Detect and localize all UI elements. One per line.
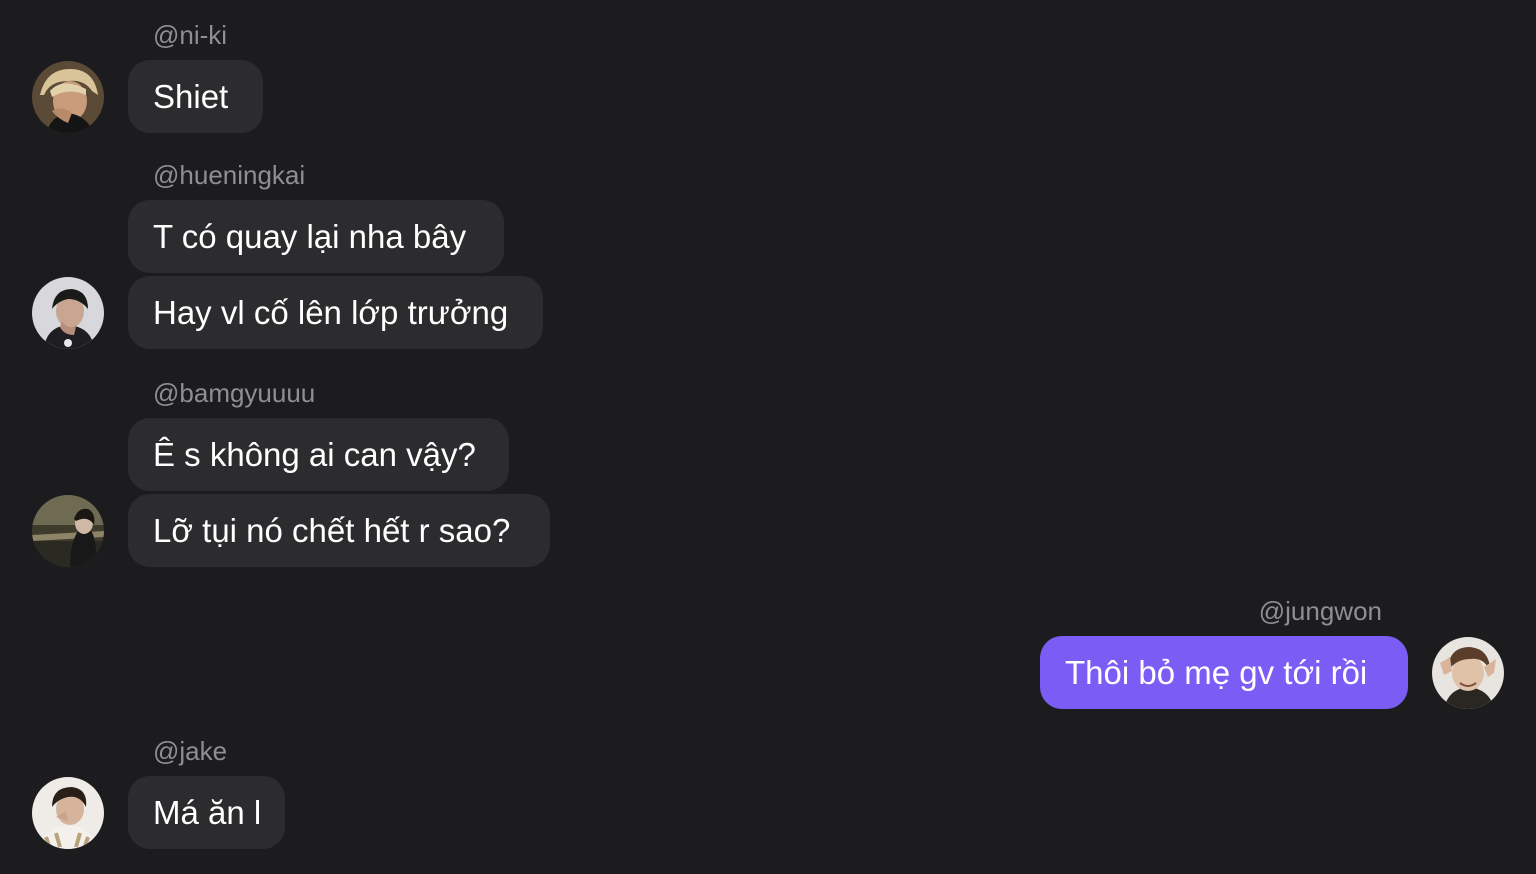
sender-username[interactable]: @bamgyuuuu (153, 378, 315, 408)
user-avatar-icon[interactable] (1432, 637, 1504, 709)
message-bubble[interactable]: Ê s không ai can vậy? (128, 418, 509, 491)
sender-username[interactable]: @hueningkai (153, 160, 305, 190)
sender-username[interactable]: @ni-ki (153, 20, 227, 50)
message-bubble[interactable]: Lỡ tụi nó chết hết r sao? (128, 494, 550, 567)
message-bubble[interactable]: Má ăn l (128, 776, 285, 849)
user-avatar-icon[interactable] (32, 277, 104, 349)
message-bubble[interactable]: Hay vl cố lên lớp trưởng (128, 276, 543, 349)
user-avatar-icon[interactable] (32, 495, 104, 567)
user-avatar-icon[interactable] (32, 777, 104, 849)
sender-username[interactable]: @jungwon (1259, 596, 1382, 626)
message-bubble[interactable]: T có quay lại nha bây (128, 200, 504, 273)
message-bubble[interactable]: Shiet (128, 60, 263, 133)
message-bubble-outgoing[interactable]: Thôi bỏ mẹ gv tới rồi (1040, 636, 1408, 709)
chat-thread: @ni-ki Shiet @hueningkai T có quay lại n… (0, 0, 1536, 874)
user-avatar-icon[interactable] (32, 61, 104, 133)
sender-username[interactable]: @jake (153, 736, 227, 766)
